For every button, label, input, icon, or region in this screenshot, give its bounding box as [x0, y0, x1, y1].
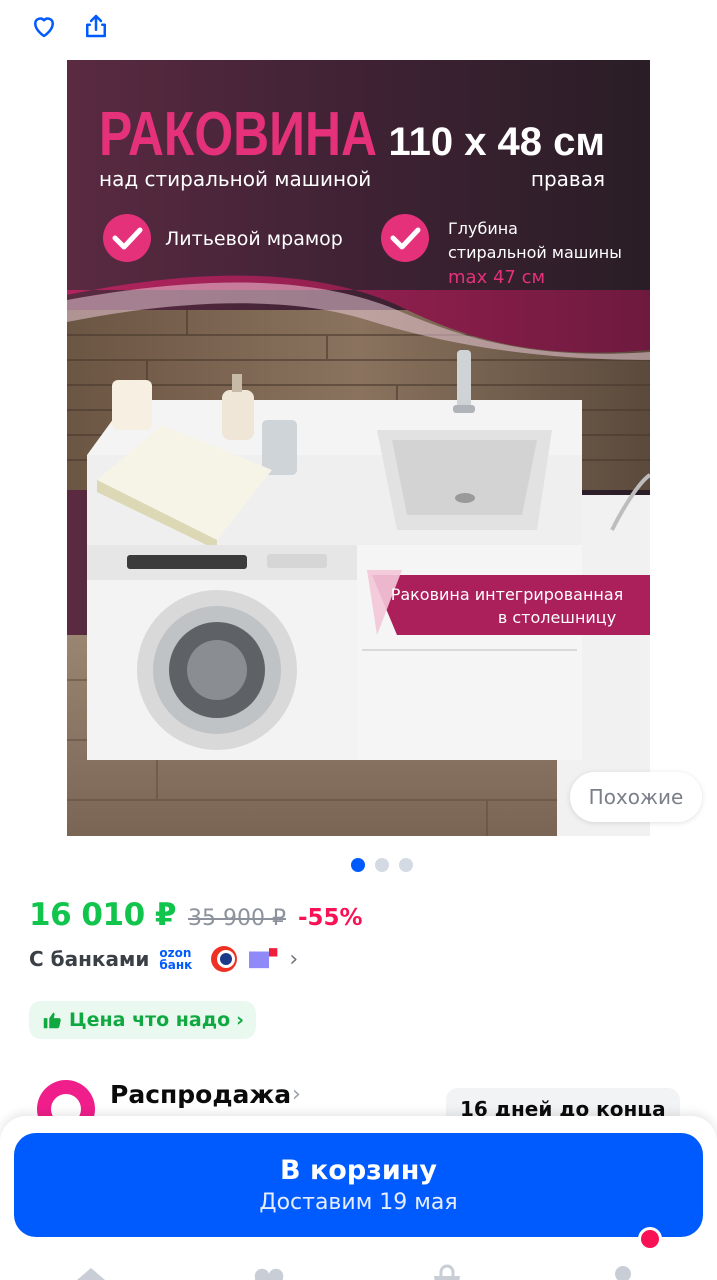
profile-icon[interactable]	[606, 1264, 640, 1280]
delivery-date: Доставим 19 мая	[259, 1190, 458, 1215]
feature-depth-1: Глубина	[448, 219, 518, 238]
add-to-cart-button[interactable]: В корзину Доставим 19 мая	[14, 1133, 703, 1237]
product-image[interactable]: Раковина интегрированная в столешницу РА…	[67, 60, 650, 836]
good-price-badge[interactable]: Цена что надо ›	[29, 1001, 256, 1039]
banner-line-1: Раковина интегрированная	[391, 585, 624, 604]
home-icon[interactable]	[74, 1264, 108, 1280]
check-icon	[103, 214, 151, 262]
chevron-right-icon: ›	[289, 946, 299, 972]
banner-line-2: в столешницу	[498, 608, 616, 627]
product-page: Раковина интегрированная в столешницу РА…	[0, 0, 717, 1280]
bank-logo-icon	[211, 946, 238, 972]
heart-outline-icon[interactable]	[26, 8, 62, 44]
gallery-dot[interactable]	[375, 858, 389, 872]
bottom-tab-bar	[0, 1254, 717, 1280]
image-side: правая	[531, 167, 605, 191]
gallery-dot[interactable]	[351, 858, 365, 872]
banks-label: С банками	[29, 947, 150, 971]
thumbs-up-icon	[43, 1012, 61, 1029]
image-subline: над стиральной машиной	[99, 167, 371, 191]
bank-card-icon	[249, 948, 278, 969]
feature-marble: Литьевой мрамор	[165, 228, 343, 250]
favorites-icon[interactable]	[252, 1264, 286, 1280]
image-size: 110 x 48 см	[389, 120, 605, 164]
gallery-dots[interactable]	[351, 858, 413, 872]
price-row: 16 010 ₽ 35 900 ₽ -55%	[29, 897, 363, 933]
current-price: 16 010 ₽	[29, 897, 177, 933]
gallery-dot[interactable]	[399, 858, 413, 872]
similar-button[interactable]: Похожие	[570, 772, 702, 822]
discount-percent: -55%	[297, 905, 363, 931]
feature-depth-2: стиральной машины	[448, 243, 622, 262]
notification-dot	[638, 1227, 662, 1251]
chevron-right-icon: ›	[292, 1082, 301, 1107]
good-price-label: Цена что надо	[69, 1009, 231, 1031]
ozon-bank-logo: ozon банк	[159, 947, 199, 971]
old-price: 35 900 ₽	[188, 906, 286, 931]
cart-title: В корзину	[279, 1155, 438, 1186]
image-headline: РАКОВИНА	[99, 100, 377, 169]
chevron-right-icon: ›	[236, 1009, 244, 1031]
share-icon[interactable]	[78, 8, 114, 44]
feature-depth-3: max 47 см	[448, 267, 545, 288]
cart-icon[interactable]	[430, 1264, 464, 1280]
check-icon	[381, 214, 429, 262]
sale-title[interactable]: Распродажа	[110, 1080, 291, 1109]
ozon-bank-line-2: банк	[159, 958, 193, 972]
bank-offers[interactable]: С банками ozon банк ›	[29, 944, 298, 974]
